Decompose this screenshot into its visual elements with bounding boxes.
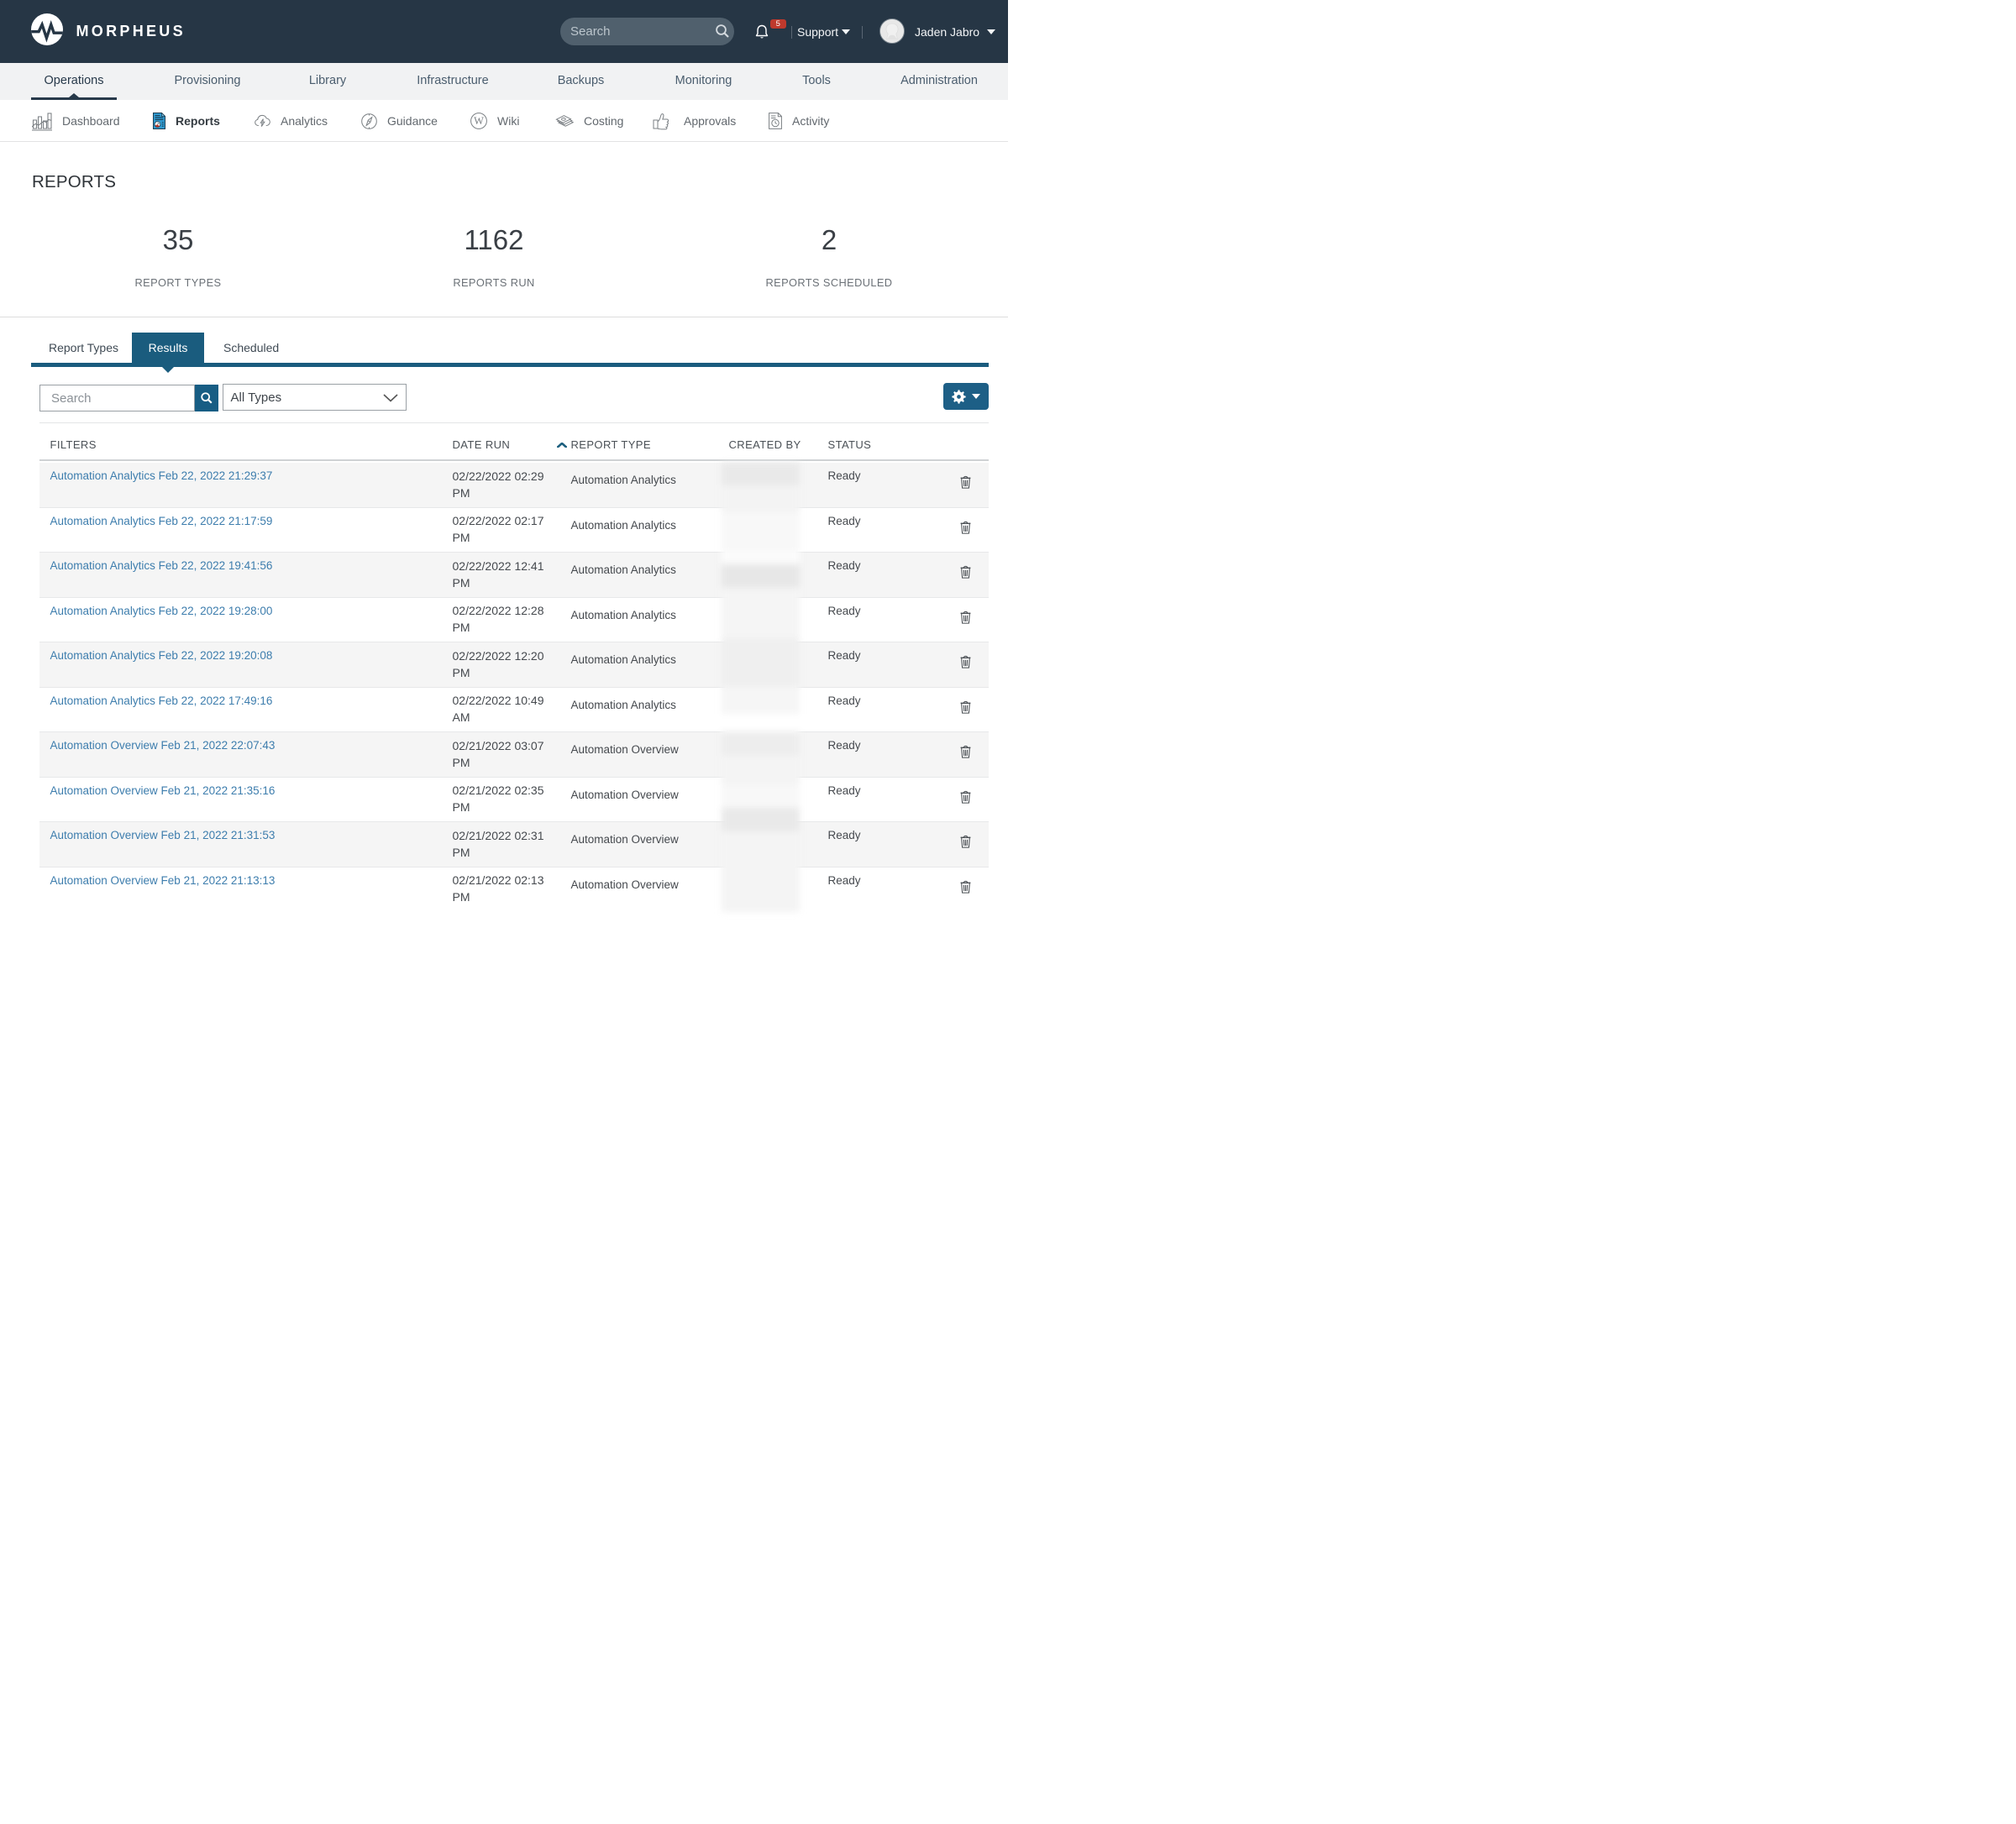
svg-text:W: W — [474, 115, 484, 127]
